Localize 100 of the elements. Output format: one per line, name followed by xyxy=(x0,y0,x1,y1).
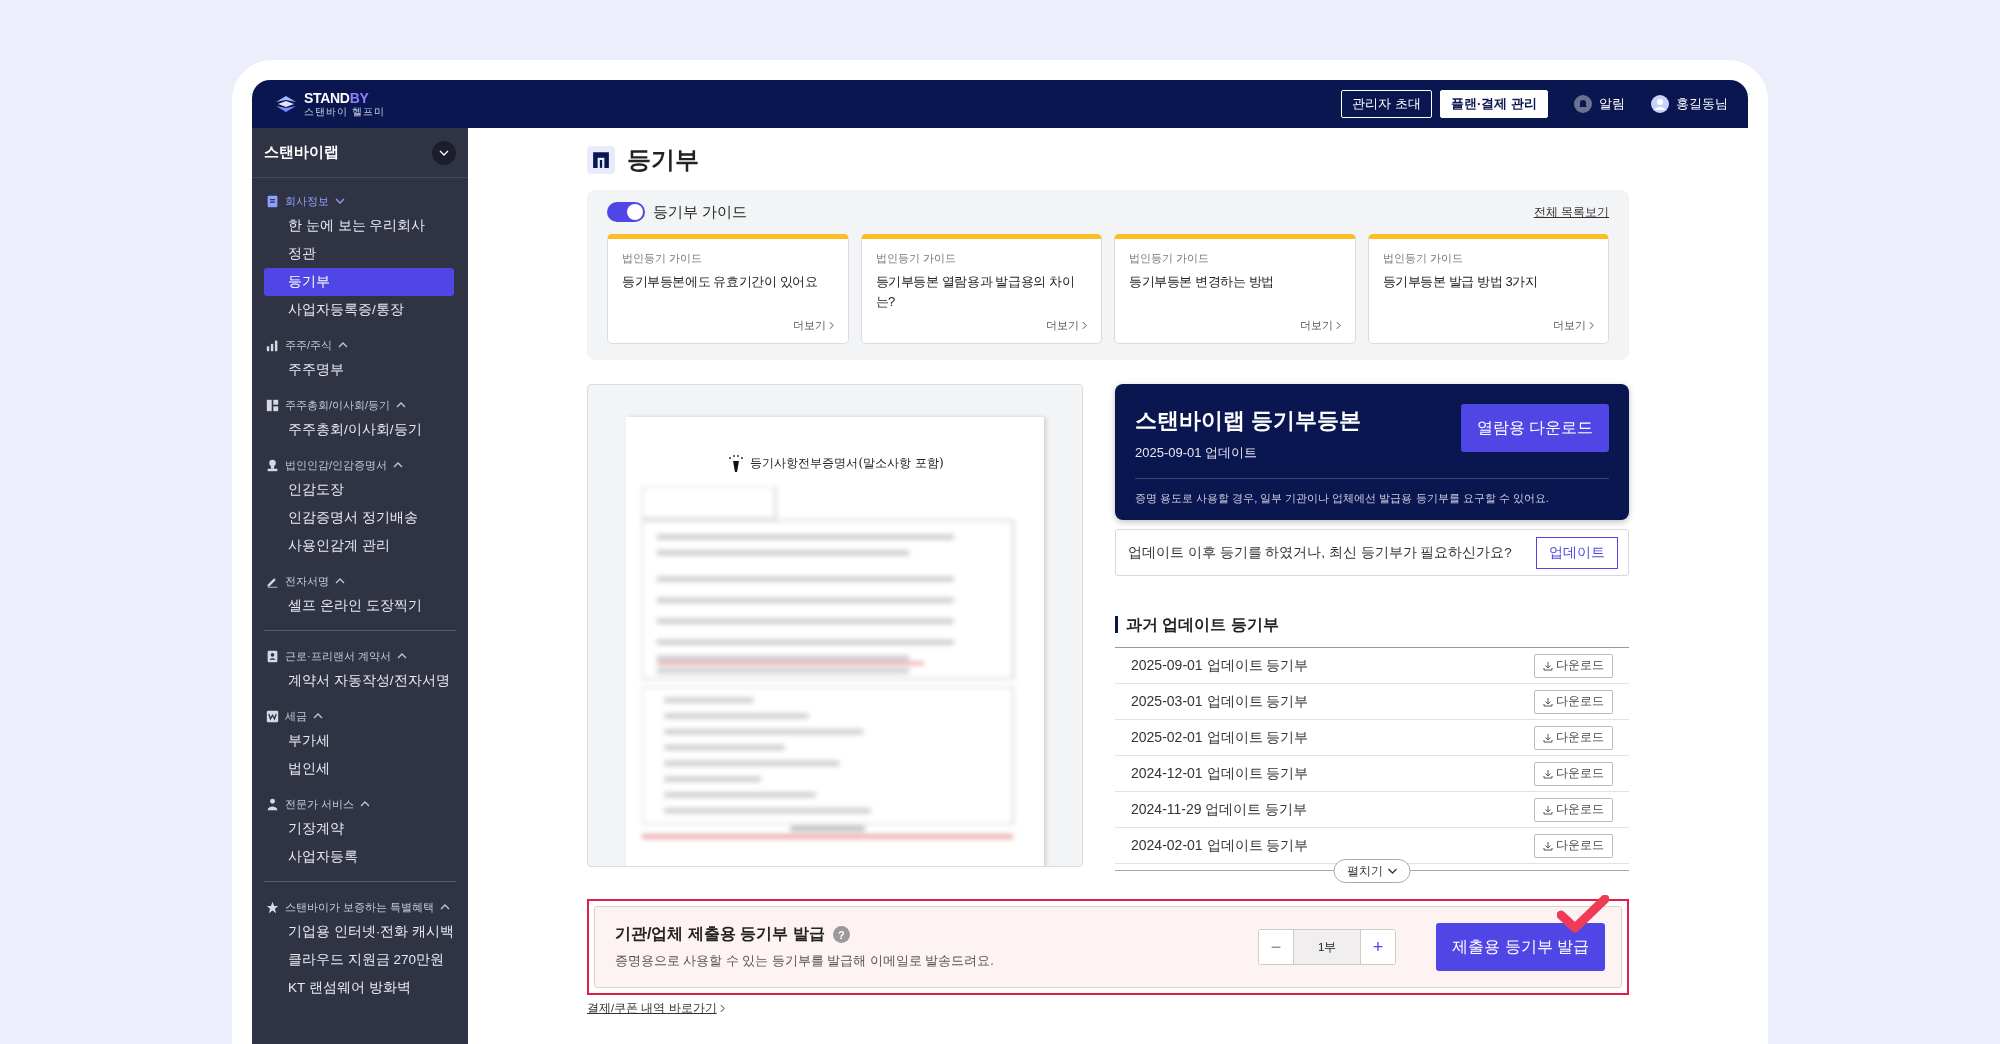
download-button[interactable]: 다운로드 xyxy=(1534,725,1613,750)
page-title: 등기부 xyxy=(627,145,699,175)
star-icon xyxy=(266,900,279,914)
sidebar-item[interactable]: 계약서 자동작성/전자서명 xyxy=(264,667,454,695)
sidebar-item[interactable]: 클라우드 지원금 270만원 xyxy=(264,946,454,974)
issue-button[interactable]: 제출용 등기부 발급 xyxy=(1436,923,1605,972)
sidebar-item[interactable]: 사용인감계 관리 xyxy=(264,532,454,560)
w-icon xyxy=(266,709,279,723)
chevron-right-icon xyxy=(1589,321,1594,330)
notifications-link[interactable]: 알림 xyxy=(1574,95,1625,113)
sidebar-item[interactable]: 등기부 xyxy=(264,268,454,296)
expand-button[interactable]: 펼치기 xyxy=(1333,859,1411,884)
logo-subtitle: 스탠바이 헬프미 xyxy=(304,107,385,117)
sidebar-section-label[interactable]: 스탠바이가 보증하는 특별혜택 xyxy=(285,899,435,915)
sidebar-section-label[interactable]: 세금 xyxy=(285,708,307,724)
guide-card[interactable]: 법인등기 가이드 등기부등본 열람용과 발급용의 차이는? 더보기 xyxy=(860,234,1102,344)
stamp-icon xyxy=(266,458,279,472)
chevron-icon xyxy=(335,578,345,584)
view-all-link[interactable]: 전체 목록보기 xyxy=(1533,204,1609,220)
history-label: 2025-09-01 업데이트 등기부 xyxy=(1131,656,1309,675)
more-link[interactable]: 더보기 xyxy=(1553,318,1594,333)
sidebar-item[interactable]: 셀프 온라인 도장찍기 xyxy=(264,592,454,620)
quantity-value: 1부 xyxy=(1293,930,1362,965)
chevron-icon xyxy=(396,653,407,659)
company-dropdown-button[interactable] xyxy=(432,140,456,165)
grid-icon xyxy=(266,398,279,412)
update-button[interactable]: 업데이트 xyxy=(1536,536,1618,569)
card-category: 법인등기 가이드 xyxy=(1129,251,1211,266)
person-icon xyxy=(266,797,279,811)
bell-icon xyxy=(1574,95,1592,113)
more-link[interactable]: 더보기 xyxy=(792,318,834,333)
sidebar-item[interactable]: 인감도장 xyxy=(264,476,454,504)
download-icon xyxy=(1543,804,1553,815)
history-title: 과거 업데이트 등기부 xyxy=(1115,616,1629,634)
payment-history-link[interactable]: 결제/쿠폰 내역 바로가기 xyxy=(587,1001,725,1017)
chevron-right-icon xyxy=(828,321,834,330)
card-title: 등기부등본 열람용과 발급용의 차이는? xyxy=(875,273,1076,311)
card-title: 등기부등본 변경하는 방법 xyxy=(1129,273,1276,291)
guide-toggle[interactable] xyxy=(607,202,645,222)
guide-card[interactable]: 법인등기 가이드 등기부등본에도 유효기간이 있어요 더보기 xyxy=(607,234,849,344)
user-menu[interactable]: 홍길동님 xyxy=(1651,95,1728,113)
card-category: 법인등기 가이드 xyxy=(875,251,957,266)
sidebar-item[interactable]: 법인세 xyxy=(264,755,454,783)
avatar-icon xyxy=(1651,95,1669,113)
download-icon xyxy=(1543,840,1553,851)
chevron-icon xyxy=(338,342,349,348)
chevron-icon xyxy=(439,149,449,156)
sidebar-item[interactable]: 부가세 xyxy=(264,727,454,755)
sidebar-item[interactable]: 정관 xyxy=(264,240,454,268)
download-button[interactable]: 다운로드 xyxy=(1534,797,1613,822)
chevron-icon xyxy=(1387,868,1398,875)
sidebar-section-label[interactable]: 법인인감/인감증명서 xyxy=(285,457,388,473)
checkmark-icon xyxy=(1557,895,1609,936)
issue-title: 기관/업체 제출용 등기부 발급 xyxy=(615,924,825,945)
issue-description: 증명용으로 사용할 수 있는 등기부를 발급해 이메일로 발송드려요. xyxy=(615,953,994,971)
download-icon xyxy=(1543,696,1553,707)
sidebar-item[interactable]: 기업용 인터넷·전화 캐시백 xyxy=(264,918,454,946)
plan-billing-button[interactable]: 플랜·결제 관리 xyxy=(1440,90,1548,118)
sidebar-section-label[interactable]: 회사정보 xyxy=(285,193,329,209)
chevron-icon xyxy=(335,198,345,204)
download-button[interactable]: 다운로드 xyxy=(1534,761,1613,786)
sidebar-item[interactable]: 주주총회/이사회/등기 xyxy=(264,416,454,444)
sidebar-item[interactable]: 인감증명서 정기배송 xyxy=(264,504,454,532)
chevron-icon xyxy=(396,402,407,408)
download-button[interactable]: 다운로드 xyxy=(1534,833,1613,858)
more-link[interactable]: 더보기 xyxy=(1299,318,1341,333)
company-name: 스탠바이랩 xyxy=(264,143,339,162)
sidebar-section-label[interactable]: 근로·프리랜서 계약서 xyxy=(285,648,391,664)
guide-card[interactable]: 법인등기 가이드 등기부등본 변경하는 방법 더보기 xyxy=(1114,234,1356,344)
update-prompt: 업데이트 이후 등기를 하였거나, 최신 등기부가 필요하신가요? xyxy=(1128,543,1512,562)
registry-note: 증명 용도로 사용할 경우, 일부 기관이나 업체에선 발급용 등기부를 요구할 수 있어요. xyxy=(1135,491,1550,506)
download-button[interactable]: 다운로드 xyxy=(1534,653,1613,678)
history-label: 2024-11-29 업데이트 등기부 xyxy=(1131,800,1308,819)
sidebar-section-label[interactable]: 주주총회/이사회/등기 xyxy=(285,397,391,413)
card-title: 등기부등본 발급 방법 3가지 xyxy=(1382,273,1539,291)
sidebar-item[interactable]: 사업자등록증/통장 xyxy=(264,296,454,324)
card-category: 법인등기 가이드 xyxy=(1382,251,1464,266)
more-link[interactable]: 더보기 xyxy=(1046,318,1087,333)
registry-icon xyxy=(587,146,615,174)
registry-title: 스탠바이랩 등기부등본 xyxy=(1135,407,1362,435)
download-button[interactable]: 다운로드 xyxy=(1534,689,1613,714)
sidebar-item[interactable]: 사업자등록 xyxy=(264,843,454,871)
guide-card[interactable]: 법인등기 가이드 등기부등본 발급 방법 3가지 더보기 xyxy=(1367,234,1609,344)
guide-label: 등기부 가이드 xyxy=(653,202,748,222)
view-download-button[interactable]: 열람용 다운로드 xyxy=(1460,404,1609,452)
invite-admin-button[interactable]: 관리자 초대 xyxy=(1341,90,1433,118)
download-icon xyxy=(1543,768,1553,779)
sidebar-section-label[interactable]: 주주/주식 xyxy=(285,337,333,353)
history-label: 2025-02-01 업데이트 등기부 xyxy=(1131,728,1309,747)
sidebar-item[interactable]: 한 눈에 보는 우리회사 xyxy=(264,212,454,240)
logo-icon xyxy=(274,95,298,113)
chevron-icon xyxy=(360,801,371,807)
sidebar-section-label[interactable]: 전문가 서비스 xyxy=(285,796,355,812)
sidebar-section-label[interactable]: 전자서명 xyxy=(285,573,329,589)
sidebar-item[interactable]: 주주명부 xyxy=(264,356,454,384)
update-date: 2025-09-01 업데이트 xyxy=(1135,444,1259,462)
card-title: 등기부등본에도 유효기간이 있어요 xyxy=(622,273,819,291)
sidebar-item[interactable]: 기장계약 xyxy=(264,815,454,843)
sidebar-item[interactable]: KT 랜섬웨어 방화벽 xyxy=(264,974,454,1002)
document-title: 등기사항전부증명서(말소사항 포함) xyxy=(750,454,944,472)
